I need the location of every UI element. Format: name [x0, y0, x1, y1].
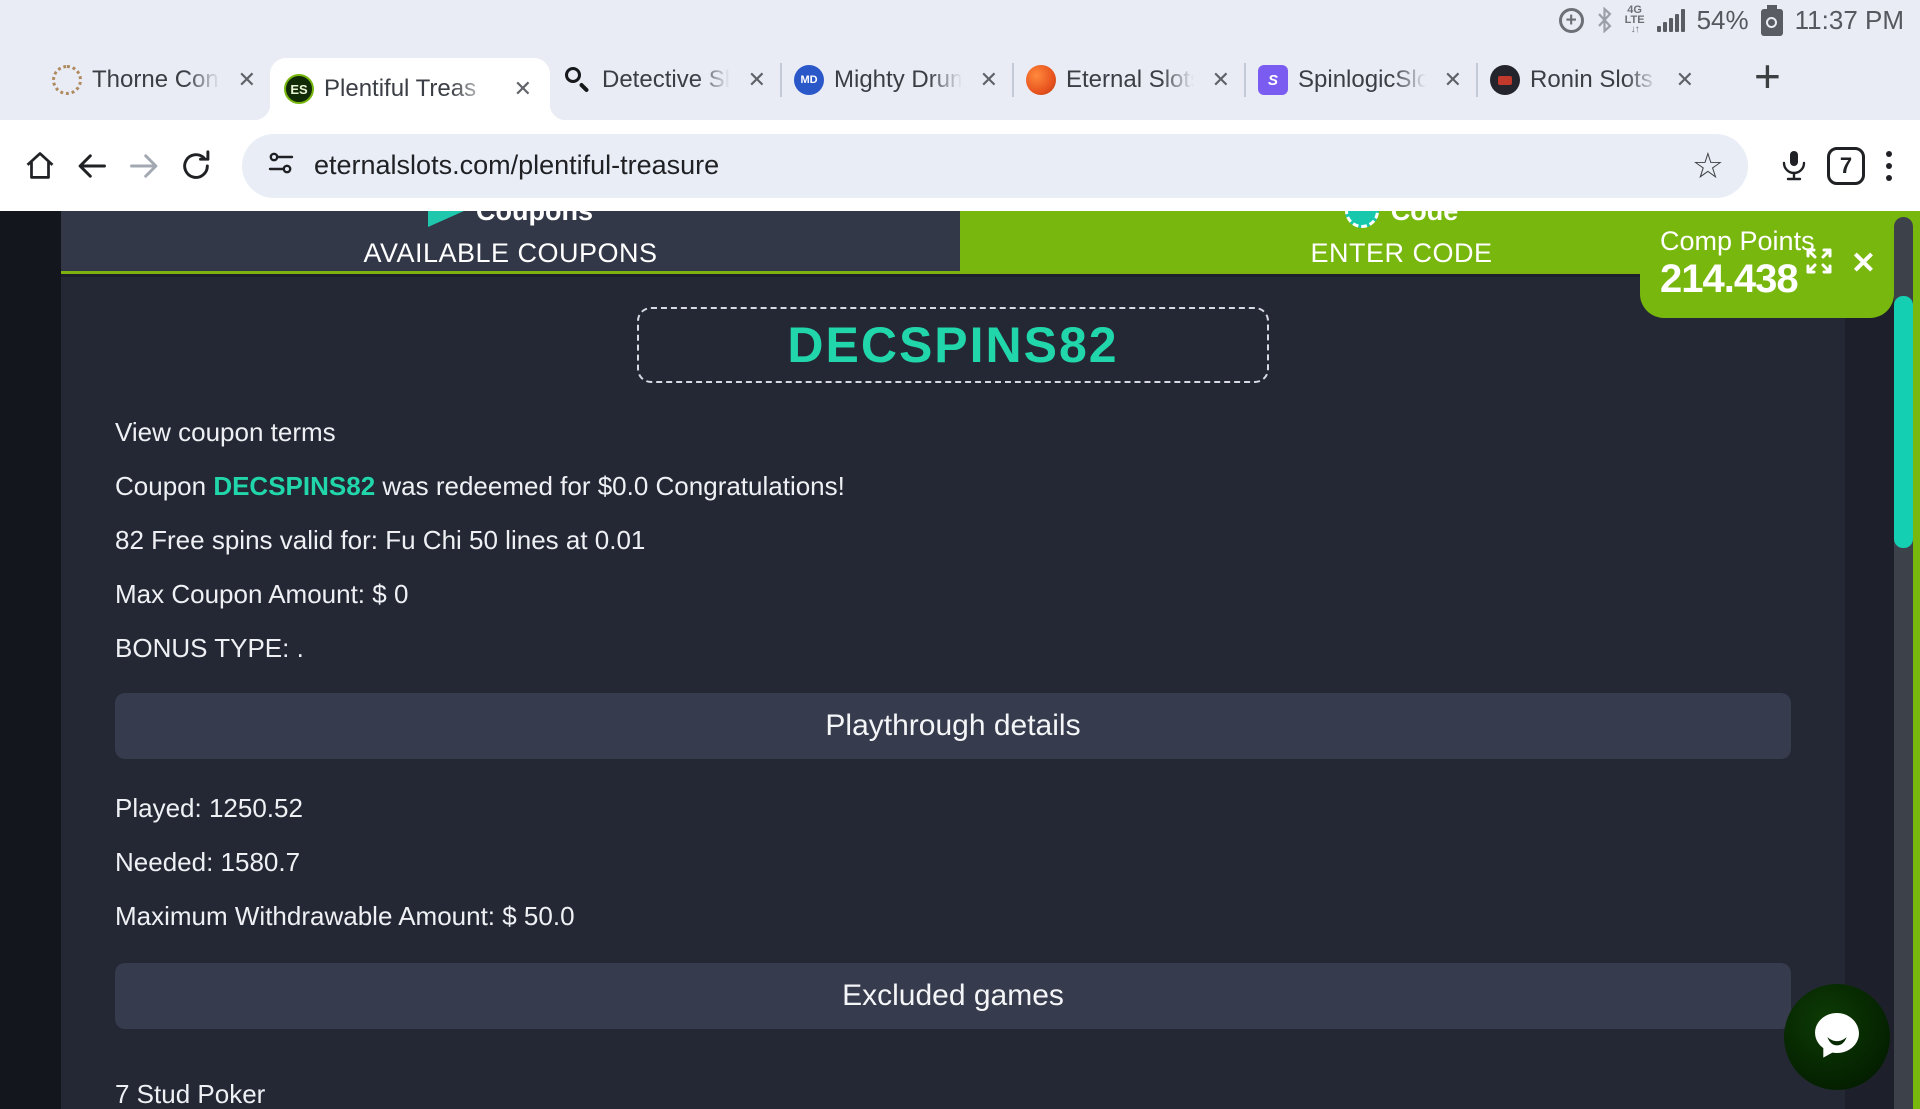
back-button[interactable]	[66, 140, 118, 192]
signal-strength-icon	[1657, 8, 1685, 32]
wreath-favicon	[52, 65, 82, 95]
tab-title: Mighty Drums	[834, 66, 966, 94]
tab-title: Thorne Consu	[92, 66, 224, 94]
mighty-drums-favicon: MD	[794, 65, 824, 95]
close-icon[interactable]: ✕	[1837, 246, 1886, 281]
tab-title: SpinlogicSlots	[1298, 66, 1430, 94]
comp-points-label: Comp Points	[1660, 226, 1815, 257]
redeemed-coupon-code: DECSPINS82	[213, 471, 375, 501]
status-bar: + 4G LTE ↓↑ 54% 11:37 PM	[0, 0, 1920, 40]
page-scrollbar-track[interactable]	[1894, 217, 1913, 1109]
reload-button[interactable]	[170, 140, 222, 192]
live-chat-button[interactable]	[1784, 984, 1890, 1090]
menu-button[interactable]	[1872, 151, 1906, 181]
coupon-icon	[428, 211, 464, 227]
site-settings-icon[interactable]	[266, 148, 296, 183]
ronin-favicon	[1490, 65, 1520, 95]
battery-percentage: 54%	[1697, 5, 1749, 36]
tab-close-icon[interactable]: ✕	[744, 65, 770, 95]
coupon-code: DECSPINS82	[787, 316, 1118, 374]
coupon-details: DECSPINS82 View coupon terms Coupon DECS…	[61, 277, 1845, 1109]
page-scrollbar-thumb[interactable]	[1894, 296, 1913, 548]
bonus-type: BONUS TYPE: .	[115, 635, 1791, 661]
tab-switcher-button[interactable]: 7	[1820, 140, 1872, 192]
max-coupon-amount: Max Coupon Amount: $ 0	[115, 581, 1791, 607]
free-spins-info: 82 Free spins valid for: Fu Chi 50 lines…	[115, 527, 1791, 553]
page-right-margin	[1845, 277, 1894, 1109]
page-edge-accent	[1913, 211, 1920, 1109]
coupon-code-box: DECSPINS82	[637, 307, 1269, 383]
eternal-favicon	[1026, 65, 1056, 95]
coupon-tab-bar: Coupons AVAILABLE COUPONS Code ENTER COD…	[61, 211, 1913, 274]
tab-close-icon[interactable]: ✕	[976, 65, 1002, 95]
browser-toolbar: eternalslots.com/plentiful-treasure ☆ 7	[0, 120, 1920, 211]
available-coupons-label: AVAILABLE COUPONS	[363, 232, 657, 271]
tab-close-icon[interactable]: ✕	[1208, 65, 1234, 95]
tab-detective-slots[interactable]: Detective Slot ✕	[550, 40, 780, 120]
tab-title: Eternal Slots (	[1066, 66, 1198, 94]
tab-close-icon[interactable]: ✕	[1440, 65, 1466, 95]
tab-title: Plentiful Treas	[324, 75, 500, 103]
redeemed-message: Coupon DECSPINS82 was redeemed for $0.0 …	[115, 473, 1791, 499]
url-bar[interactable]: eternalslots.com/plentiful-treasure ☆	[242, 134, 1748, 198]
code-small-label: Code	[1391, 211, 1459, 227]
tab-thorne-consulting[interactable]: Thorne Consu ✕	[40, 40, 270, 120]
page-content: Coupons AVAILABLE COUPONS Code ENTER COD…	[0, 211, 1920, 1109]
network-type-icon: 4G LTE ↓↑	[1625, 5, 1645, 35]
coupons-small-label: Coupons	[476, 211, 593, 227]
view-coupon-terms-link[interactable]: View coupon terms	[115, 419, 1791, 445]
home-button[interactable]	[14, 140, 66, 192]
forward-button[interactable]	[118, 140, 170, 192]
max-withdrawable-amount: Maximum Withdrawable Amount: $ 50.0	[115, 903, 1791, 929]
tab-eternal-slots[interactable]: Eternal Slots ( ✕	[1014, 40, 1244, 120]
code-chip-icon	[1345, 211, 1379, 228]
tab-close-icon[interactable]: ✕	[234, 65, 260, 95]
screen: + 4G LTE ↓↑ 54% 11:37 PM Thorne Consu ✕	[0, 0, 1920, 1109]
magnifier-favicon	[562, 65, 592, 95]
tab-available-coupons[interactable]: Coupons AVAILABLE COUPONS	[61, 211, 960, 271]
played-value: Played: 1250.52	[115, 795, 1791, 821]
new-tab-button[interactable]: +	[1746, 53, 1789, 107]
spinlogic-favicon: S	[1258, 65, 1288, 95]
playthrough-details-button[interactable]: Playthrough details	[115, 693, 1791, 759]
eternal-slots-favicon: ES	[284, 74, 314, 104]
excluded-game-item: 7 Stud Poker	[115, 1081, 1791, 1107]
tab-title: Ronin Slots | S	[1530, 66, 1662, 94]
tab-title: Detective Slot	[602, 66, 734, 94]
browser-tab-strip: Thorne Consu ✕ ES Plentiful Treas ✕ Dete…	[0, 40, 1920, 120]
battery-icon	[1761, 5, 1783, 36]
comp-points-widget: Comp Points 214.438 ✕	[1640, 211, 1894, 318]
tab-close-icon[interactable]: ✕	[510, 74, 536, 104]
tab-spinlogic-slots[interactable]: S SpinlogicSlots ✕	[1246, 40, 1476, 120]
tab-close-icon[interactable]: ✕	[1672, 65, 1698, 95]
page-left-margin	[0, 211, 61, 1109]
bluetooth-icon	[1596, 7, 1613, 33]
comp-points-value: 214.438	[1660, 257, 1815, 302]
tab-mighty-drums[interactable]: MD Mighty Drums ✕	[782, 40, 1012, 120]
expand-icon[interactable]	[1801, 243, 1837, 284]
needed-value: Needed: 1580.7	[115, 849, 1791, 875]
enter-code-label: ENTER CODE	[1310, 232, 1492, 271]
url-text[interactable]: eternalslots.com/plentiful-treasure	[314, 150, 719, 181]
tab-plentiful-treasure-active[interactable]: ES Plentiful Treas ✕	[270, 58, 550, 120]
data-saver-icon: +	[1559, 8, 1584, 33]
excluded-games-button[interactable]: Excluded games	[115, 963, 1791, 1029]
chat-bubble-icon	[1806, 1004, 1868, 1071]
voice-search-icon[interactable]	[1768, 140, 1820, 192]
bookmark-star-icon[interactable]: ☆	[1692, 148, 1724, 184]
clock: 11:37 PM	[1795, 5, 1904, 36]
tab-ronin-slots[interactable]: Ronin Slots | S ✕	[1478, 40, 1708, 120]
